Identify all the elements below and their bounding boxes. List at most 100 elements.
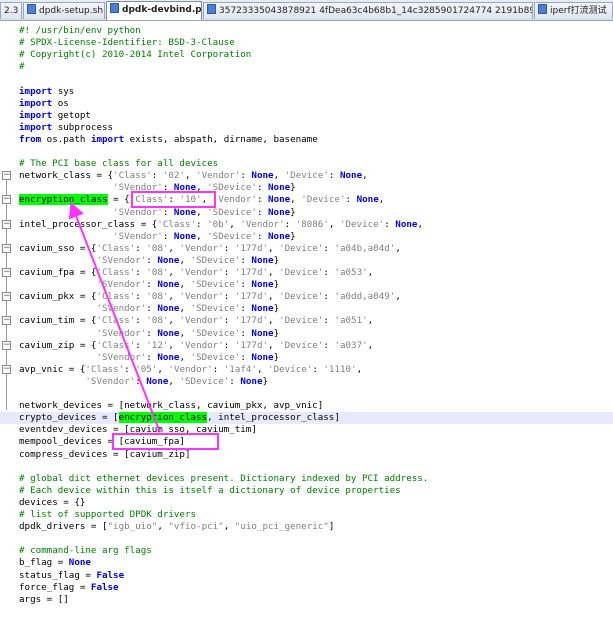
code-token: :	[135, 315, 147, 327]
code-token: 'SDevice'	[207, 230, 257, 242]
code-line[interactable]: force_flag = False	[0, 582, 613, 594]
code-line[interactable]: # list of supported DPDK drivers	[0, 509, 613, 521]
code-token: None	[146, 375, 169, 387]
code-line[interactable]	[0, 388, 613, 400]
code-token: :	[135, 267, 147, 278]
tab-1[interactable]: 2.3	[0, 2, 22, 19]
code-line[interactable]: import os	[0, 98, 613, 110]
code-token: ]	[328, 521, 335, 533]
code-line[interactable]: eventdev_devices = [cavium_sso, cavium_t…	[0, 424, 613, 436]
code-editor[interactable]: #! /usr/bin/env python # SPDX-License-Ide…	[0, 21, 613, 620]
code-line[interactable]: b_flag = None	[0, 557, 613, 569]
code-line[interactable]: import subprocess	[0, 122, 613, 134]
tab-label: iperf打流测试	[550, 6, 607, 16]
code-line[interactable]: import getopt	[0, 110, 613, 122]
code-token: :	[146, 279, 158, 291]
code-token: ,	[256, 363, 269, 375]
code-token: ,	[268, 267, 280, 278]
code-text: devices = {}	[19, 497, 85, 509]
tab-3[interactable]: dpdk-devbind.py×	[106, 1, 202, 20]
code-line[interactable]: − network_class = {'Class': '02', 'Vendor…	[0, 170, 613, 182]
code-token: 'SDevice'	[190, 327, 241, 339]
code-line[interactable]: #	[0, 61, 613, 73]
code-line[interactable]: − cavium_pkx = {'Class': '08', 'Vendor': …	[0, 291, 613, 303]
code-token: ,	[179, 351, 191, 363]
code-line[interactable]: devices = {}	[0, 497, 613, 509]
code-token: 'SVendor'	[113, 230, 163, 242]
fold-toggle-icon[interactable]: −	[2, 219, 11, 229]
code-text: cavium_pkx = {'Class': '08', 'Vendor': '…	[19, 291, 401, 303]
code-token: '8086'	[295, 218, 329, 230]
code-line[interactable]: status_flag = False	[0, 570, 613, 582]
code-line[interactable]: − cavium_sso = {'Class': '08', 'Vendor': …	[0, 243, 613, 255]
code-text: 'SVendor': None, 'SDevice': None}	[19, 328, 279, 340]
code-token: 'Vendor'	[212, 194, 257, 206]
file-icon	[27, 4, 36, 14]
code-line[interactable]: 'SVendor': None, 'SDevice': None}	[0, 231, 613, 243]
code-line[interactable]: mempool_devices = [cavium_fpa]	[0, 436, 613, 448]
code-token: '177d'	[234, 315, 269, 327]
fold-toggle-icon[interactable]: −	[2, 340, 11, 350]
tab-4[interactable]: 35723335043878921 4fDea63c4b68b1_14c3285…	[203, 2, 533, 19]
code-line[interactable]: − encryption_class = {'Class': '10', 'Ven…	[0, 194, 613, 206]
code-token: ,	[223, 521, 235, 533]
code-token: None	[240, 375, 263, 387]
code-token: :	[323, 267, 335, 278]
code-line[interactable]: 'SVendor': None, 'SDevice': None}	[0, 352, 613, 364]
code-line[interactable]: dpdk_drivers = ["igb_uio", "vfio-pci", "…	[0, 521, 613, 533]
fold-toggle-icon[interactable]: −	[2, 171, 11, 181]
code-line[interactable]: 'SVendor': None, 'SDevice': None}	[0, 279, 613, 291]
code-line[interactable]: # command-line arg flags	[0, 545, 613, 557]
fold-toggle-icon[interactable]: −	[2, 243, 11, 253]
code-line[interactable]	[0, 146, 613, 158]
code-line[interactable]	[0, 533, 613, 545]
code-line[interactable]: 'SVendor': None, 'SDevice': None}	[0, 376, 613, 388]
code-line[interactable]	[0, 73, 613, 85]
tab-2[interactable]: dpdk-setup.sh	[23, 2, 105, 19]
code-token: :	[229, 375, 241, 387]
code-line[interactable]: import sys	[0, 86, 613, 98]
fold-toggle-icon[interactable]: −	[2, 195, 11, 205]
code-line[interactable]: 'SVendor': None, 'SDevice': None}	[0, 328, 613, 340]
code-line[interactable]: 'SVendor': None, 'SDevice': None}	[0, 182, 613, 194]
code-token: 'Device'	[268, 363, 313, 375]
code-line[interactable]: # Copyright(c) 2010-2014 Intel Corporati…	[0, 49, 613, 61]
fold-toggle-icon[interactable]: −	[2, 364, 11, 374]
code-token: '02'	[162, 170, 185, 182]
tab-5[interactable]: iperf打流测试	[534, 2, 613, 19]
annotation-box-encryption	[112, 433, 219, 451]
code-token: ,	[268, 242, 280, 254]
fold-toggle-icon[interactable]: −	[2, 316, 11, 326]
code-line[interactable]: 'SVendor': None, 'SDevice': None}	[0, 207, 613, 219]
code-token: os	[52, 97, 69, 109]
code-line[interactable]: #! /usr/bin/env python	[0, 25, 613, 37]
code-line[interactable]: # global dict ethernet devices present. …	[0, 473, 613, 485]
code-line[interactable]: − cavium_fpa = {'Class': '08', 'Vendor': …	[0, 267, 613, 279]
fold-toggle-icon[interactable]: −	[2, 268, 11, 277]
code-token: ,	[168, 291, 180, 303]
code-line[interactable]: − cavium_zip = {'Class': '12', 'Vendor': …	[0, 340, 613, 352]
code-line[interactable]: − cavium_tim = {'Class': '08', 'Vendor': …	[0, 315, 613, 327]
code-line[interactable]: 'SVendor': None, 'SDevice': None}	[0, 255, 613, 267]
code-line[interactable]: compress_devices = [cavium_zip]	[0, 449, 613, 461]
code-line[interactable]: # SPDX-License-Identifier: BSD-3-Clause	[0, 37, 613, 49]
code-line[interactable]: 'SVendor': None, 'SDevice': None}	[0, 303, 613, 315]
code-token: 'Vendor'	[179, 267, 224, 278]
code-line[interactable]: # The PCI base class for all devices	[0, 158, 613, 170]
code-line[interactable]: network_devices = [network_class, cavium…	[0, 400, 613, 412]
code-line[interactable]: − intel_processor_class = {'Class': '0b',…	[0, 219, 613, 231]
code-line[interactable]: from os.path import exists, abspath, dir…	[0, 134, 613, 146]
code-line[interactable]	[0, 461, 613, 473]
code-token: 'Device'	[284, 170, 329, 182]
code-token: intel_processor_class = {	[19, 218, 158, 230]
code-token: # Copyright(c) 2010-2014 Intel Corporati…	[19, 49, 252, 61]
code-token: None	[157, 351, 180, 363]
code-line[interactable]: args = []	[0, 594, 613, 606]
code-token: ,	[395, 242, 401, 254]
code-line[interactable]: − avp_vnic = {'Class': '05', 'Vendor': '1…	[0, 364, 613, 376]
fold-toggle-icon[interactable]: −	[2, 292, 11, 302]
code-token: 'Vendor'	[179, 339, 224, 351]
code-line[interactable]: crypto_devices = [encryption_class, inte…	[0, 412, 613, 425]
code-line[interactable]: # Each device within this is itself a di…	[0, 485, 613, 497]
